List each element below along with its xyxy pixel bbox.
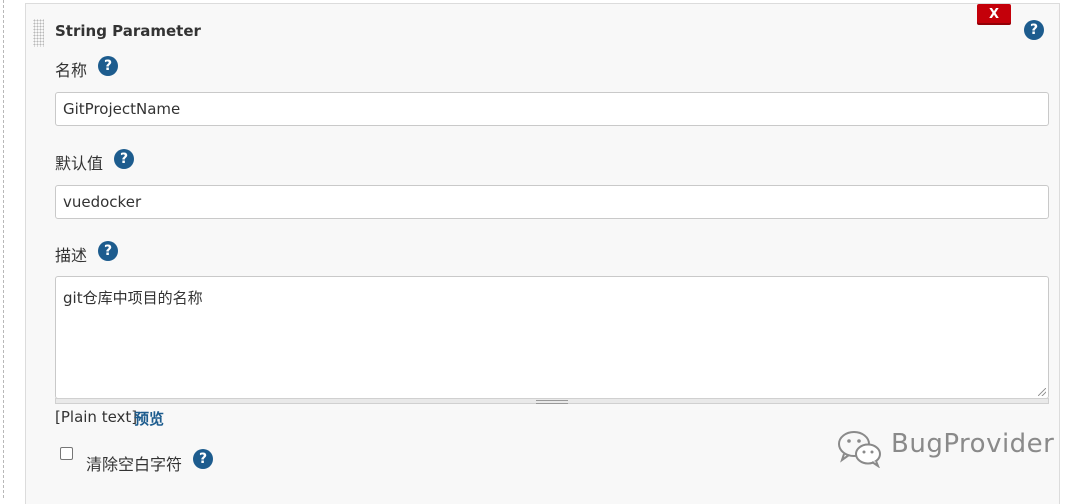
trim-label: 清除空白字符 xyxy=(86,455,183,474)
default-value-label: 默认值 xyxy=(55,154,104,173)
delete-parameter-button[interactable]: X xyxy=(977,4,1011,25)
name-input[interactable]: GitProjectName xyxy=(55,92,1049,126)
watermark: BugProvider xyxy=(836,428,1054,469)
name-label: 名称 xyxy=(55,61,88,80)
preview-link[interactable]: 预览 xyxy=(134,408,164,429)
default-value-help-icon[interactable]: ? xyxy=(114,149,134,169)
trim-checkbox[interactable] xyxy=(60,447,73,460)
textarea-resize-bar[interactable] xyxy=(55,398,1049,404)
section-border xyxy=(3,0,4,498)
resize-grip-icon xyxy=(536,400,568,404)
parameter-help-icon[interactable]: ? xyxy=(1024,20,1044,40)
markup-format-label: [Plain text] xyxy=(55,408,138,426)
name-help-icon[interactable]: ? xyxy=(98,56,118,76)
drag-grip-icon[interactable] xyxy=(33,19,44,47)
description-textarea[interactable]: git仓库中项目的名称 xyxy=(55,276,1049,399)
default-value-input[interactable]: vuedocker xyxy=(55,185,1049,219)
wechat-icon xyxy=(838,431,881,469)
watermark-text: BugProvider xyxy=(891,429,1055,459)
parameter-title: String Parameter xyxy=(55,22,201,40)
trim-help-icon[interactable]: ? xyxy=(193,449,213,469)
description-help-icon[interactable]: ? xyxy=(98,241,118,261)
description-label: 描述 xyxy=(55,246,88,265)
resize-corner-icon[interactable] xyxy=(1038,388,1046,396)
description-text: git仓库中项目的名称 xyxy=(63,289,203,307)
